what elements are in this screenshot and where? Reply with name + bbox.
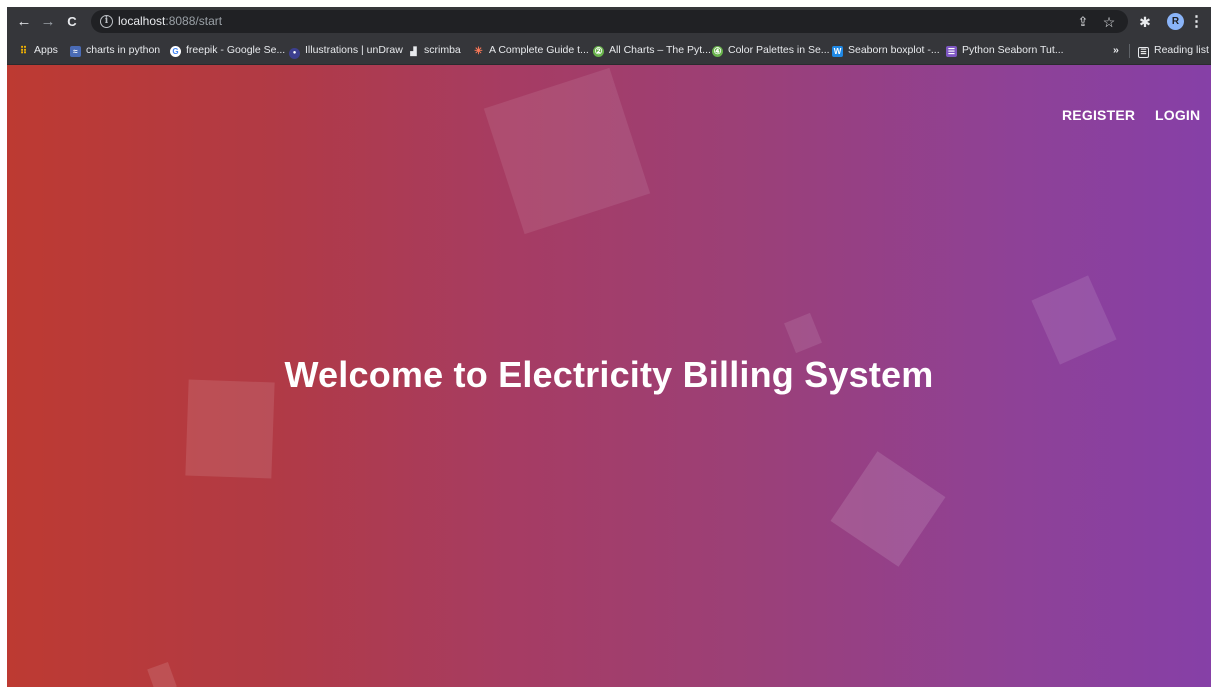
bookmark-label: Color Palettes in Se... [728, 44, 830, 56]
apps-grid-icon: ⠿ [19, 46, 28, 57]
bookmark-complete-guide[interactable]: ✳ A Complete Guide t... [473, 43, 589, 58]
bookmark-label: Illustrations | unDraw [305, 44, 403, 56]
bookmark-seaborn-boxplot[interactable]: W Seaborn boxplot -... [832, 43, 940, 58]
register-link[interactable]: REGISTER [1062, 106, 1135, 124]
w3-icon: W [832, 46, 843, 57]
back-arrow-icon[interactable]: ← [13, 11, 35, 33]
share-icon[interactable]: ⇪ [1074, 11, 1092, 33]
login-link[interactable]: LOGIN [1155, 106, 1200, 124]
forward-arrow-icon[interactable]: → [37, 11, 59, 33]
google-icon: G [170, 46, 181, 57]
bookmark-label: freepik - Google Se... [186, 44, 286, 56]
bookmark-freepik[interactable]: Gfreepik - Google Se... [170, 43, 285, 58]
decorative-square [147, 662, 177, 687]
url-host: localhost [118, 14, 166, 28]
bookmark-all-charts[interactable]: ② All Charts – The Pyt... [593, 43, 711, 58]
decorative-square [830, 451, 946, 567]
address-url[interactable]: localhost:8088/start [118, 14, 222, 29]
bookmark-undraw[interactable]: ● Illustrations | unDraw [289, 43, 403, 59]
bookmark-charts-in-python[interactable]: ≈ charts in python [70, 43, 160, 58]
bookmark-label: scrimba [424, 44, 461, 56]
undraw-icon: ● [289, 48, 300, 59]
decorative-square [483, 67, 651, 235]
bookmark-label: charts in python [86, 44, 161, 56]
url-path: :8088/start [165, 14, 223, 28]
browser-menu-icon[interactable]: ⋮ [1189, 11, 1204, 33]
reload-icon[interactable]: C [61, 11, 83, 33]
bookmark-label: Python Seaborn Tut... [962, 44, 1064, 56]
css-tricks-icon: ✳ [474, 46, 483, 57]
bookmark-python-seaborn[interactable]: ☰ Python Seaborn Tut... [946, 43, 1064, 58]
bookmark-apps[interactable]: ⠿ Apps [18, 43, 58, 58]
python-graph-icon: ④ [712, 46, 723, 57]
extensions-puzzle-icon[interactable]: ✱ [1136, 11, 1154, 33]
address-bar[interactable]: i localhost:8088/start [91, 10, 1128, 33]
bookmark-star-icon[interactable]: ☆ [1100, 11, 1118, 33]
bookmarks-overflow-icon[interactable]: » [1113, 43, 1119, 58]
browser-window: ← → C i localhost:8088/start ⇪ ☆ ✱ R ⋮ ⠿… [7, 7, 1211, 687]
site-info-icon[interactable]: i [100, 15, 113, 28]
geeks-icon: ≈ [70, 46, 81, 57]
reading-list-icon: ☰ [1138, 47, 1149, 58]
bookmark-label: Seaborn boxplot -... [848, 44, 940, 56]
reading-list-button[interactable]: ☰ Reading list [1138, 43, 1209, 58]
bookmark-color-palettes[interactable]: ④ Color Palettes in Se... [712, 43, 830, 58]
decorative-square [784, 312, 822, 354]
bookmark-label: A Complete Guide t... [489, 44, 589, 56]
page-title: Welcome to Electricity Billing System [284, 354, 934, 395]
reading-list-label: Reading list [1154, 44, 1209, 56]
python-graph-icon: ② [593, 46, 604, 57]
bookmark-scrimba[interactable]: ▟ scrimba [408, 43, 461, 58]
browser-toolbar: ← → C i localhost:8088/start ⇪ ☆ ✱ R ⋮ [7, 7, 1211, 36]
bookmarks-bar: ⠿ Apps ≈ charts in python Gfreepik - Googl… [7, 36, 1211, 65]
bookmarks-divider [1129, 44, 1130, 58]
list-icon: ☰ [946, 46, 957, 57]
bookmark-label: Apps [34, 44, 58, 56]
bookmark-label: All Charts – The Pyt... [609, 44, 711, 56]
page-viewport: REGISTER LOGIN Welcome to Electricity Bi… [7, 65, 1211, 687]
decorative-square [1031, 275, 1117, 365]
scrimba-icon: ▟ [410, 47, 417, 56]
profile-avatar[interactable]: R [1167, 13, 1184, 30]
